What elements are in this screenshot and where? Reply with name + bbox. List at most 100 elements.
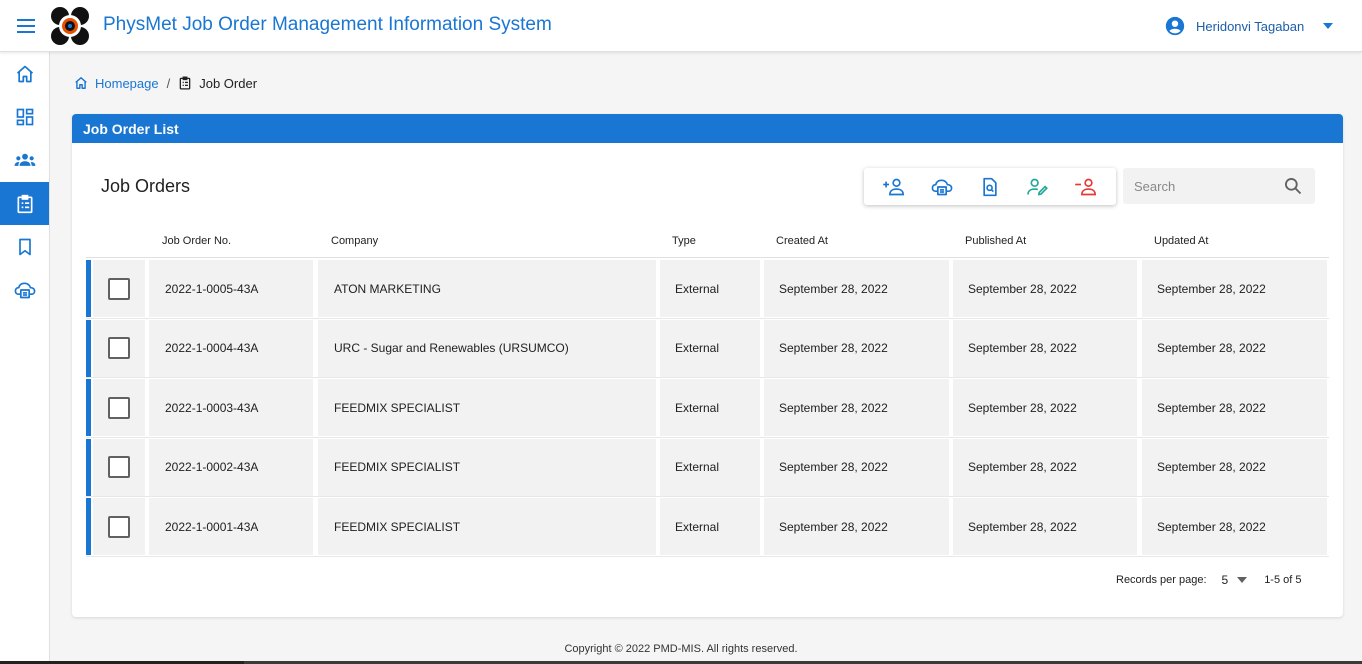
row-checkbox[interactable] (108, 456, 130, 478)
column-header-created-at[interactable]: Created At (776, 235, 828, 247)
bookmark-icon (18, 238, 31, 255)
pagination: Records per page: 5 1-5 of 5 (1116, 572, 1302, 588)
row-select-cell (93, 379, 145, 436)
cell-company: ATON MARKETING (318, 260, 656, 317)
cell-company: FEEDMIX SPECIALIST (318, 498, 656, 555)
job-order-list-card: Job Order List Job Orders Job Order No. … (72, 114, 1343, 617)
cell-job-order-no: 2022-1-0002-43A (149, 438, 313, 496)
card-header: Job Order List (72, 114, 1343, 143)
column-header-type[interactable]: Type (672, 235, 696, 247)
edit-person-icon (1027, 178, 1048, 196)
cell-type: External (660, 498, 760, 555)
view-document-button[interactable] (973, 172, 1007, 202)
cell-published-at: September 28, 2022 (953, 438, 1137, 496)
table-header: Job Order No. Company Type Created At Pu… (86, 220, 1329, 258)
top-app-bar: PhysMet Job Order Management Information… (0, 0, 1362, 52)
sidebar-item-job-order[interactable] (0, 182, 49, 225)
cell-updated-at: September 28, 2022 (1142, 260, 1327, 317)
records-per-page-select[interactable]: 5 (1207, 573, 1248, 587)
cell-company: FEEDMIX SPECIALIST (318, 379, 656, 436)
cell-job-order-no: 2022-1-0005-43A (149, 260, 313, 317)
column-header-published-at[interactable]: Published At (965, 235, 1026, 247)
pagination-range: 1-5 of 5 (1264, 574, 1302, 586)
cell-type: External (660, 260, 760, 317)
table-row[interactable]: 2022-1-0001-43A FEEDMIX SPECIALIST Exter… (86, 497, 1329, 557)
cell-updated-at: September 28, 2022 (1142, 438, 1327, 496)
app-title: PhysMet Job Order Management Information… (103, 14, 552, 35)
table-row[interactable]: 2022-1-0004-43A URC - Sugar and Renewabl… (86, 319, 1329, 378)
action-toolbar (864, 168, 1116, 205)
sidebar-item-users[interactable] (0, 138, 49, 181)
user-menu[interactable]: Heridonvi Tagaban (1164, 13, 1334, 39)
chevron-down-icon[interactable] (1323, 23, 1334, 29)
cloud-print-icon (14, 282, 35, 298)
edit-job-order-button[interactable] (1021, 172, 1055, 202)
user-name: Heridonvi Tagaban (1196, 18, 1305, 34)
row-select-cell (93, 498, 145, 555)
search-icon[interactable] (1283, 176, 1303, 196)
add-job-order-button[interactable] (877, 172, 911, 202)
delete-job-order-button[interactable] (1069, 172, 1103, 202)
cell-updated-at: September 28, 2022 (1142, 379, 1327, 436)
cell-created-at: September 28, 2022 (764, 438, 949, 496)
table-row[interactable]: 2022-1-0002-43A FEEDMIX SPECIALIST Exter… (86, 438, 1329, 497)
chevron-down-icon (1237, 577, 1248, 583)
cell-published-at: September 28, 2022 (953, 498, 1137, 555)
cell-published-at: September 28, 2022 (953, 319, 1137, 377)
breadcrumb-current: Job Order (199, 75, 258, 91)
cell-created-at: September 28, 2022 (764, 260, 949, 317)
row-checkbox[interactable] (108, 337, 130, 359)
add-person-icon (883, 178, 905, 195)
cell-type: External (660, 438, 760, 496)
sidebar-item-home[interactable] (0, 52, 49, 95)
cell-company: FEEDMIX SPECIALIST (318, 438, 656, 496)
app-logo (50, 6, 90, 46)
table-row[interactable]: 2022-1-0005-43A ATON MARKETING External … (86, 259, 1329, 319)
row-checkbox[interactable] (108, 277, 130, 300)
sidebar-item-cloud-print[interactable] (0, 268, 49, 311)
breadcrumb-home-link[interactable]: Homepage (95, 76, 159, 91)
remove-person-icon (1075, 178, 1097, 195)
sidebar-item-dashboard[interactable] (0, 95, 49, 138)
column-header-updated-at[interactable]: Updated At (1154, 235, 1208, 247)
sidebar-item-bookmark[interactable] (0, 225, 49, 268)
cell-updated-at: September 28, 2022 (1142, 498, 1327, 555)
row-select-cell (93, 438, 145, 496)
account-circle-icon (1165, 16, 1185, 36)
records-per-page-label: Records per page: (1116, 574, 1207, 586)
breadcrumb-separator: / (166, 75, 171, 91)
records-per-page-value: 5 (1221, 573, 1229, 587)
cell-type: External (660, 319, 760, 377)
cell-job-order-no: 2022-1-0001-43A (149, 498, 313, 555)
column-header-company[interactable]: Company (331, 235, 378, 247)
row-select-cell (93, 260, 145, 317)
row-select-cell (93, 319, 145, 377)
row-checkbox[interactable] (108, 515, 130, 538)
row-indicator (86, 379, 91, 436)
print-button[interactable] (925, 172, 959, 202)
clipboard-icon (179, 76, 191, 90)
cell-published-at: September 28, 2022 (953, 260, 1137, 317)
row-indicator (86, 319, 91, 377)
copyright-text: Copyright © 2022 PMD-MIS. All rights res… (564, 643, 798, 655)
menu-icon[interactable] (12, 12, 40, 40)
search-input[interactable] (1123, 168, 1278, 204)
cell-created-at: September 28, 2022 (764, 319, 949, 377)
row-indicator (86, 498, 91, 555)
cell-job-order-no: 2022-1-0003-43A (149, 379, 313, 436)
row-checkbox[interactable] (108, 396, 130, 419)
sidebar (0, 52, 50, 664)
document-search-icon (983, 177, 997, 196)
row-indicator (86, 260, 91, 317)
cloud-print-icon (931, 179, 953, 195)
table-row[interactable]: 2022-1-0003-43A FEEDMIX SPECIALIST Exter… (86, 378, 1329, 438)
column-header-job-order-no[interactable]: Job Order No. (162, 235, 231, 247)
users-icon (14, 153, 35, 166)
dashboard-icon (16, 108, 33, 125)
cell-updated-at: September 28, 2022 (1142, 319, 1327, 377)
breadcrumb: Homepage / Job Order (74, 74, 257, 92)
section-title: Job Orders (101, 176, 191, 196)
search-box (1123, 168, 1315, 204)
cell-created-at: September 28, 2022 (764, 498, 949, 555)
cell-company: URC - Sugar and Renewables (URSUMCO) (318, 319, 656, 377)
